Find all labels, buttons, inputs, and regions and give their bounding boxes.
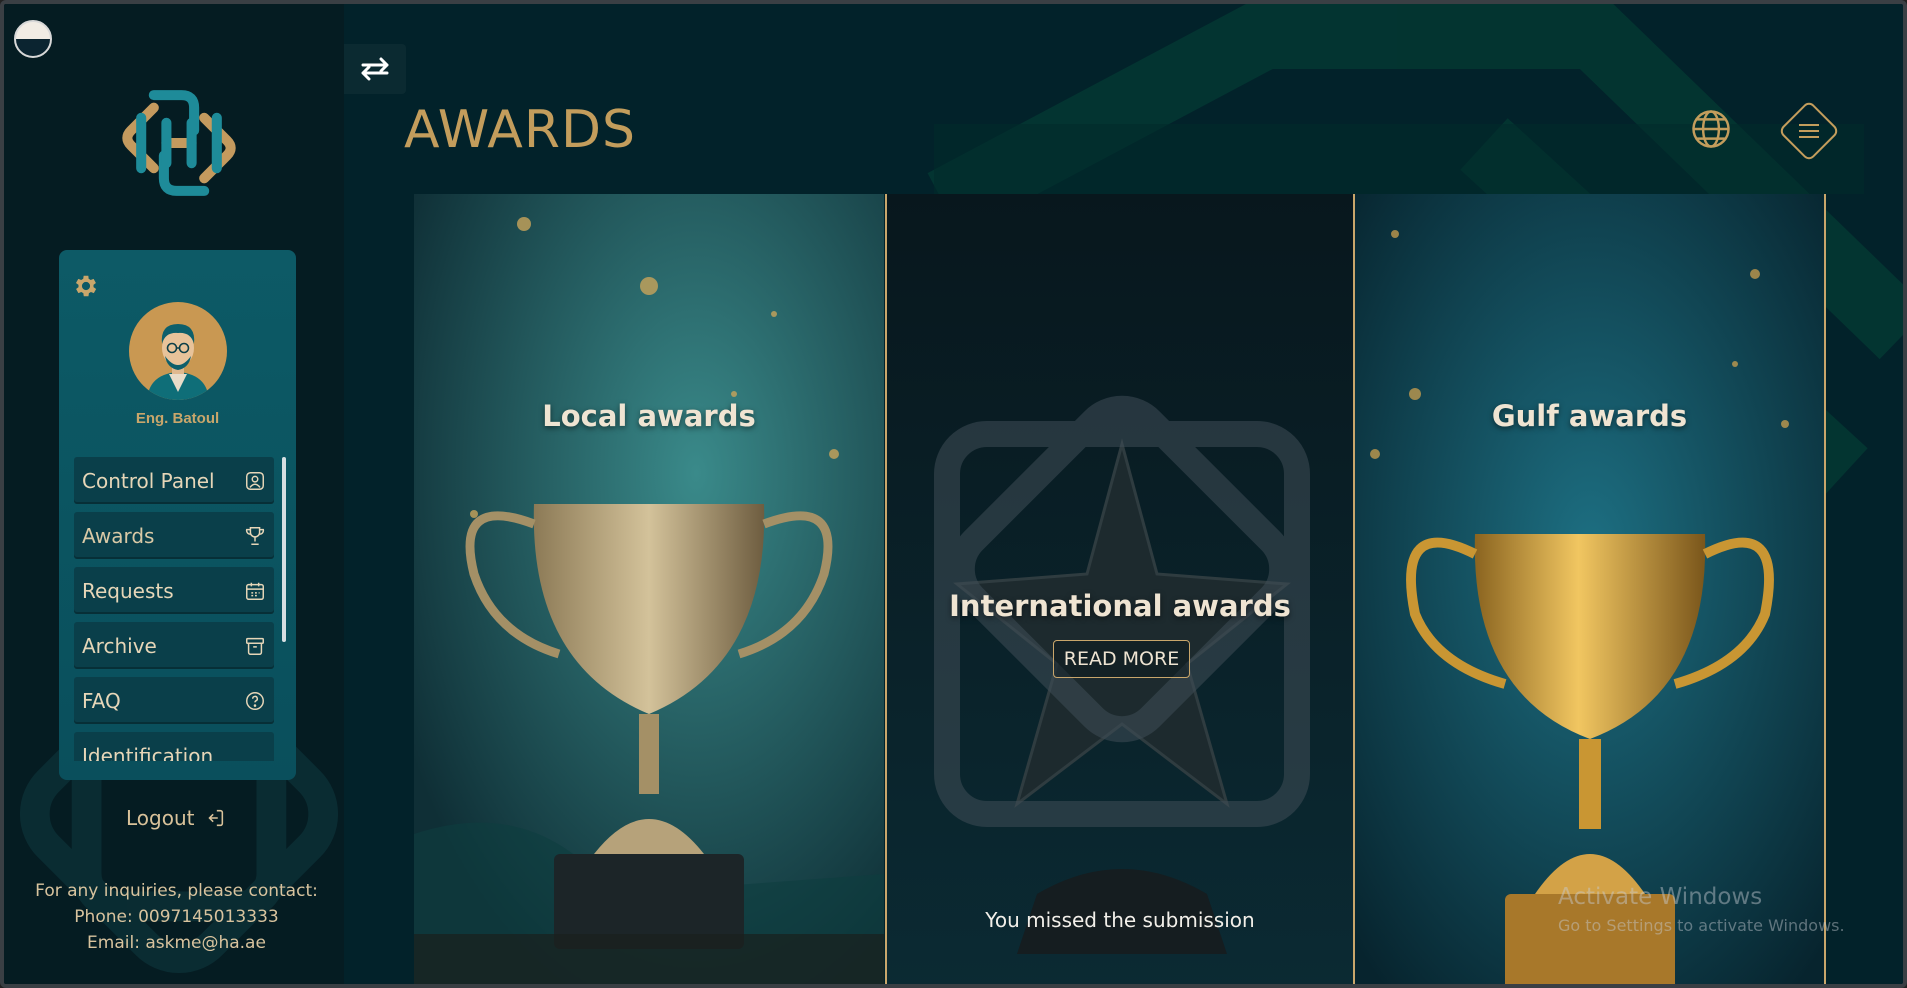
read-more-button[interactable]: READ MORE bbox=[1053, 640, 1190, 678]
profile-card: Eng. Batoul Control Panel Awards Request… bbox=[59, 250, 296, 780]
sidebar-item-label: Archive bbox=[82, 634, 157, 658]
card-local-awards[interactable]: Local awards bbox=[414, 194, 884, 984]
gold-trophy-image bbox=[1355, 194, 1824, 984]
hamburger-menu-button[interactable] bbox=[1774, 96, 1844, 166]
trophy-icon bbox=[245, 527, 265, 545]
user-name: Eng. Batoul bbox=[135, 410, 220, 427]
logout-button[interactable]: Logout bbox=[126, 806, 226, 830]
page-title: AWARDS bbox=[404, 100, 637, 160]
sidebar-item-label: FAQ bbox=[82, 689, 121, 713]
logo bbox=[122, 90, 236, 196]
logout-label: Logout bbox=[126, 806, 195, 830]
app-window: Eng. Batoul Control Panel Awards Request… bbox=[0, 0, 1907, 988]
globe-icon[interactable] bbox=[1690, 108, 1732, 150]
sidebar-item-label: Control Panel bbox=[82, 469, 215, 493]
sidebar-scrollbar[interactable] bbox=[282, 457, 286, 642]
swap-arrows-icon bbox=[361, 57, 389, 81]
main-content: AWARDS Local awards International awards… bbox=[344, 4, 1903, 984]
contact-line: For any inquiries, please contact: bbox=[35, 881, 318, 901]
sidebar-item-label: Requests bbox=[82, 579, 174, 603]
card-title: International awards bbox=[949, 589, 1291, 623]
theme-toggle-button[interactable] bbox=[14, 20, 52, 58]
sidebar-toggle-button[interactable] bbox=[344, 44, 406, 94]
trophy-image bbox=[414, 194, 884, 984]
card-title: Local awards bbox=[542, 399, 756, 433]
logout-icon bbox=[208, 809, 224, 827]
user-square-icon bbox=[246, 472, 264, 490]
sidebar-item-label: Identification bbox=[82, 744, 214, 761]
sidebar-item-faq[interactable]: FAQ bbox=[74, 677, 274, 724]
avatar bbox=[129, 302, 227, 400]
contact-phone: Phone: 0097145013333 bbox=[74, 907, 279, 927]
sidebar-item-label: Awards bbox=[82, 524, 155, 548]
card-international-awards[interactable]: International awards READ MORE You misse… bbox=[885, 194, 1355, 984]
card-title: Gulf awards bbox=[1491, 399, 1688, 433]
sidebar-item-identification[interactable]: Identification bbox=[74, 732, 274, 761]
sidebar: Eng. Batoul Control Panel Awards Request… bbox=[4, 4, 344, 984]
windows-activation-watermark: Activate Windows Go to Settings to activ… bbox=[1558, 884, 1845, 935]
contact-email: Email: askme@ha.ae bbox=[87, 933, 266, 953]
card-gulf-awards[interactable]: Gulf awards bbox=[1355, 194, 1826, 984]
gear-icon[interactable] bbox=[72, 272, 100, 300]
contact-info: For any inquiries, please contact: Phone… bbox=[4, 878, 349, 956]
watermark-subtitle: Go to Settings to activate Windows. bbox=[1558, 916, 1845, 935]
sidebar-menu: Control Panel Awards Requests Archive FA… bbox=[74, 457, 274, 761]
submission-status: You missed the submission bbox=[985, 908, 1255, 932]
watermark-title: Activate Windows bbox=[1558, 884, 1763, 910]
awards-cards: Local awards International awards READ M… bbox=[414, 194, 1826, 984]
sidebar-item-awards[interactable]: Awards bbox=[74, 512, 274, 559]
archive-box-icon bbox=[246, 637, 264, 655]
sidebar-item-control-panel[interactable]: Control Panel bbox=[74, 457, 274, 504]
sidebar-item-archive[interactable]: Archive bbox=[74, 622, 274, 669]
sidebar-item-requests[interactable]: Requests bbox=[74, 567, 274, 614]
calendar-icon bbox=[246, 582, 264, 600]
question-circle-icon bbox=[246, 692, 264, 710]
